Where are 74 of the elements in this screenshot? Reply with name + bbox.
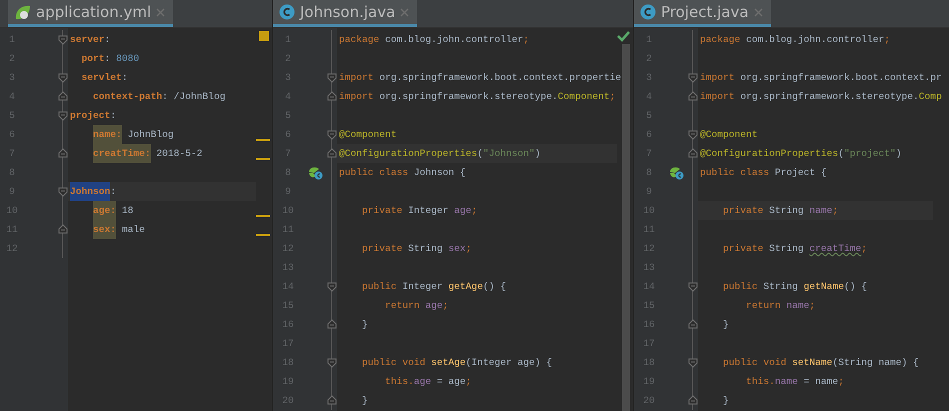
close-icon[interactable] [400,8,410,16]
check-icon[interactable] [617,31,630,42]
code-line: sex: male [70,220,145,239]
code-line: public Integer getAge() { [361,280,506,294]
fold-icon[interactable] [58,35,68,45]
fold-icon[interactable] [327,395,337,405]
fold-icon[interactable] [688,148,698,158]
class-icon [279,4,295,20]
fold-icon[interactable] [58,187,68,197]
code-line: } [722,318,729,332]
code-line: @Component [700,128,758,142]
code-line: private String name; [722,204,838,218]
code-line: } [361,394,368,408]
code-line: import org.springframework.boot.context.pr [700,71,942,85]
fold-icon[interactable] [688,319,698,329]
fold-icon[interactable] [327,148,337,158]
code-line: public void setAge(Integer age) { [361,356,552,370]
close-icon[interactable] [754,8,763,16]
code-line: context-path: /JohnBlog [92,90,226,104]
close-icon[interactable] [156,8,166,16]
code-line: import org.springframework.stereotype.Comp [700,90,942,104]
code-line: private String sex; [361,242,472,256]
code-line: } [361,318,368,332]
code-line: public class Project { [700,166,827,180]
code-line: @Component [339,128,397,142]
fold-icon[interactable] [688,91,698,101]
code-line: creatTime: 2018-5-2 [70,144,202,163]
bean-class-icon[interactable] [668,166,684,180]
code-line: private Integer age; [361,204,478,218]
code-line: age: 18 [70,201,134,220]
fold-icon[interactable] [688,282,698,292]
code-line: package com.blog.john.controller; [339,33,530,47]
fold-icon[interactable] [58,73,68,83]
fold-icon[interactable] [58,111,68,121]
code-line: name: JohnBlog [70,125,174,144]
code-line: package com.blog.john.controller; [700,33,890,47]
code-line: servlet: [80,71,128,85]
code-line: } [722,394,729,408]
fold-icon[interactable] [688,358,698,368]
fold-icon[interactable] [58,91,68,101]
fold-icon[interactable] [688,130,698,140]
editor-tab[interactable]: Project.java [634,0,771,27]
code-line: @ConfigurationProperties("Johnson") [339,147,541,161]
bean-class-icon[interactable] [308,166,322,180]
code-line: this.age = age; [384,375,472,389]
fold-icon[interactable] [327,358,337,368]
fold-icon[interactable] [327,130,337,140]
code-line: public void setName(String name) { [722,356,919,370]
code-line: Johnson: [70,182,116,201]
editor-tab[interactable]: application.yml [8,0,174,27]
code-line: return name; [745,299,816,313]
code-line: port: 8080 [80,52,140,66]
fold-icon[interactable] [58,148,68,158]
code-line: return age; [384,299,448,313]
code-line: private String creatTime; [722,242,867,256]
fold-icon[interactable] [688,73,698,83]
code-line: this.name = name; [745,375,844,389]
code-line: server: [70,33,110,47]
code-line: public class Johnson { [339,166,466,180]
fold-icon[interactable] [327,91,337,101]
fold-icon[interactable] [327,319,337,329]
code-line: @ConfigurationProperties("project") [700,147,902,161]
code-line: import org.springframework.boot.context.propertie [339,71,622,85]
scrollbar[interactable] [622,44,630,411]
leaf-icon [14,4,31,20]
code-line: public String getName() { [722,280,867,294]
class-icon [640,4,656,20]
fold-icon[interactable] [327,282,337,292]
fold-icon[interactable] [688,395,698,405]
code-line: project: [70,109,116,123]
fold-icon[interactable] [58,224,68,234]
fold-icon[interactable] [327,73,337,83]
code-line: import org.springframework.stereotype.Component; [339,90,616,104]
editor-tab[interactable]: Johnson.java [273,0,418,27]
